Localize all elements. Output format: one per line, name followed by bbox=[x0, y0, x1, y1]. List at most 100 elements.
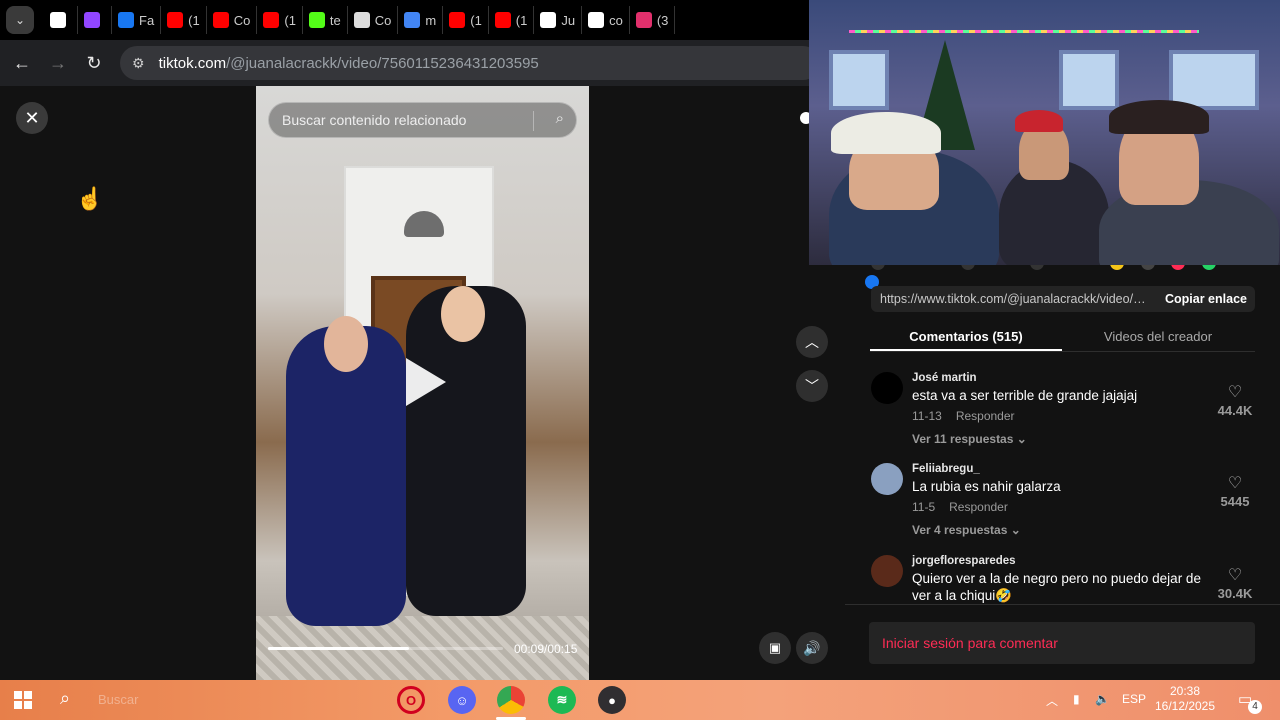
comment-date: 11-5 bbox=[912, 500, 936, 514]
comment-item: José martin esta va a ser terrible de gr… bbox=[871, 372, 1255, 452]
hair bbox=[1109, 100, 1209, 134]
like-button[interactable]: ♡ 5445 bbox=[1215, 473, 1255, 509]
instagram-icon bbox=[635, 12, 652, 28]
avatar[interactable] bbox=[871, 463, 903, 495]
browser-tab[interactable]: co bbox=[582, 6, 630, 34]
avatar[interactable] bbox=[871, 372, 903, 404]
chatgpt-icon bbox=[353, 12, 370, 28]
next-video-button[interactable]: ﹀ bbox=[796, 370, 828, 402]
spotify-icon[interactable]: ≋ bbox=[548, 686, 576, 714]
language-indicator[interactable]: ESP bbox=[1122, 692, 1146, 706]
comment-text: esta va a ser terrible de grande jajajaj bbox=[912, 388, 1138, 403]
battery-icon[interactable]: ▮ bbox=[1073, 692, 1080, 706]
video-progress-bar[interactable] bbox=[268, 647, 503, 650]
search-icon[interactable]: ⌕ bbox=[60, 688, 70, 709]
youtube-icon bbox=[212, 12, 229, 28]
browser-tab[interactable]: (1 bbox=[257, 6, 303, 34]
browser-tab[interactable]: (3 bbox=[630, 6, 676, 34]
show-hidden-icons[interactable]: ︿ bbox=[1046, 692, 1058, 709]
tab-label: (1 bbox=[515, 12, 528, 28]
tab-creator-videos[interactable]: Videos del creador bbox=[1062, 322, 1254, 351]
like-button[interactable]: ♡ 30.4K bbox=[1215, 565, 1255, 601]
clock-date: 16/12/2025 bbox=[1154, 699, 1216, 713]
comment-user[interactable]: jorgefloresparedes bbox=[912, 555, 1222, 567]
cap bbox=[1015, 110, 1063, 132]
tiktok-icon bbox=[588, 12, 605, 28]
reply-button[interactable]: Responder bbox=[949, 500, 1008, 514]
browser-tab[interactable]: te bbox=[303, 6, 348, 34]
heart-icon: ♡ bbox=[1227, 384, 1243, 401]
tab-label: (3 bbox=[656, 12, 669, 28]
browser-tab[interactable]: (1 bbox=[161, 6, 207, 34]
browser-tab[interactable]: m bbox=[398, 6, 444, 34]
taskbar-search-text[interactable]: Buscar bbox=[98, 692, 138, 707]
back-button[interactable]: ← bbox=[4, 45, 40, 81]
discord-icon[interactable]: ☺ bbox=[448, 686, 476, 714]
tab-list: Fa (1 Co (1 te Co m (1 (1 Ju co (3 bbox=[44, 6, 676, 34]
volume-icon[interactable]: 🔊 bbox=[796, 632, 828, 664]
comment-user[interactable]: José martin bbox=[912, 372, 1222, 384]
tab-label: m bbox=[425, 12, 437, 28]
browser-tab[interactable]: (1 bbox=[489, 6, 535, 34]
close-video-button[interactable]: ✕ bbox=[16, 102, 48, 134]
tab-label: (1 bbox=[470, 12, 482, 28]
browser-tab[interactable]: (1 bbox=[443, 6, 489, 34]
view-replies-button[interactable]: Ver 11 respuestas ⌄ bbox=[912, 432, 1222, 446]
address-bar[interactable]: ⚙ tiktok.com/@juanalacrackk/video/756011… bbox=[120, 46, 820, 80]
site-settings-icon[interactable]: ⚙ bbox=[132, 55, 145, 72]
browser-tab[interactable] bbox=[44, 6, 78, 34]
previous-video-button[interactable]: ︿ bbox=[796, 326, 828, 358]
windows-taskbar: ⌕ Buscar O ☺ ≋ ● ︿ ▮ 🔈 ESP 20:38 16/12/2… bbox=[0, 680, 1280, 720]
share-link-text[interactable]: https://www.tiktok.com/@juanalacrackk/vi… bbox=[871, 292, 1151, 306]
url-host: tiktok.com bbox=[158, 54, 227, 72]
browser-tab[interactable]: Ju bbox=[534, 6, 583, 34]
tab-label: co bbox=[609, 12, 623, 28]
copy-link-button[interactable]: Copiar enlace bbox=[1165, 292, 1247, 306]
tiktok-icon bbox=[540, 12, 557, 28]
browser-tab[interactable]: Fa bbox=[112, 6, 162, 34]
tab-label: Co bbox=[374, 12, 392, 28]
tab-label: te bbox=[329, 12, 341, 28]
obs-icon[interactable]: ● bbox=[598, 686, 626, 714]
like-button[interactable]: ♡ 44.4K bbox=[1215, 382, 1255, 418]
comment-user[interactable]: Feliiabregu_ bbox=[912, 463, 1222, 475]
opera-icon[interactable]: O bbox=[397, 686, 425, 714]
kick-icon bbox=[308, 12, 325, 28]
youtube-icon bbox=[449, 12, 466, 28]
browser-tab[interactable]: Co bbox=[348, 6, 399, 34]
tab-label: Co bbox=[233, 12, 251, 28]
speaker-icon[interactable]: 🔈 bbox=[1095, 692, 1110, 706]
youtube-icon bbox=[494, 12, 511, 28]
forward-button[interactable]: → bbox=[40, 45, 76, 81]
browser-tab[interactable] bbox=[78, 6, 112, 34]
notification-badge: 4 bbox=[1248, 700, 1262, 714]
login-to-comment-button[interactable]: Iniciar sesión para comentar bbox=[869, 622, 1255, 664]
google-icon bbox=[404, 12, 421, 28]
view-replies-button[interactable]: Ver 4 respuestas ⌄ bbox=[912, 523, 1222, 537]
like-count: 44.4K bbox=[1217, 403, 1253, 418]
play-icon[interactable] bbox=[406, 358, 446, 406]
window bbox=[829, 50, 889, 110]
heart-icon: ♡ bbox=[1227, 567, 1243, 584]
like-count: 30.4K bbox=[1217, 586, 1253, 601]
search-icon[interactable]: ⌕ bbox=[556, 110, 564, 127]
pip-icon[interactable]: ▣ bbox=[759, 632, 791, 664]
facebook-icon bbox=[118, 12, 134, 28]
share-link-box: https://www.tiktok.com/@juanalacrackk/vi… bbox=[871, 286, 1255, 312]
tab-label: Ju bbox=[561, 12, 576, 28]
video-time: 00:09/00:15 bbox=[514, 642, 578, 656]
start-icon[interactable] bbox=[14, 691, 32, 709]
clock[interactable]: 20:38 16/12/2025 bbox=[1150, 684, 1220, 714]
chrome-icon[interactable] bbox=[497, 686, 525, 714]
video-player[interactable]: Buscar contenido relacionado ⌕ 00:09/00:… bbox=[256, 86, 589, 680]
avatar[interactable] bbox=[871, 555, 903, 587]
reply-button[interactable]: Responder bbox=[956, 409, 1015, 423]
related-search-input[interactable]: Buscar contenido relacionado ⌕ bbox=[268, 102, 577, 138]
video-progress-fill bbox=[268, 647, 409, 650]
browser-tab[interactable]: Co bbox=[207, 6, 258, 34]
reload-button[interactable]: ↻ bbox=[76, 45, 112, 81]
tab-comments[interactable]: Comentarios (515) bbox=[870, 322, 1062, 351]
tab-search-button[interactable]: ⌄ bbox=[6, 6, 34, 34]
comment-text: La rubia es nahir galarza bbox=[912, 479, 1061, 494]
tab-label: (1 bbox=[188, 12, 200, 28]
